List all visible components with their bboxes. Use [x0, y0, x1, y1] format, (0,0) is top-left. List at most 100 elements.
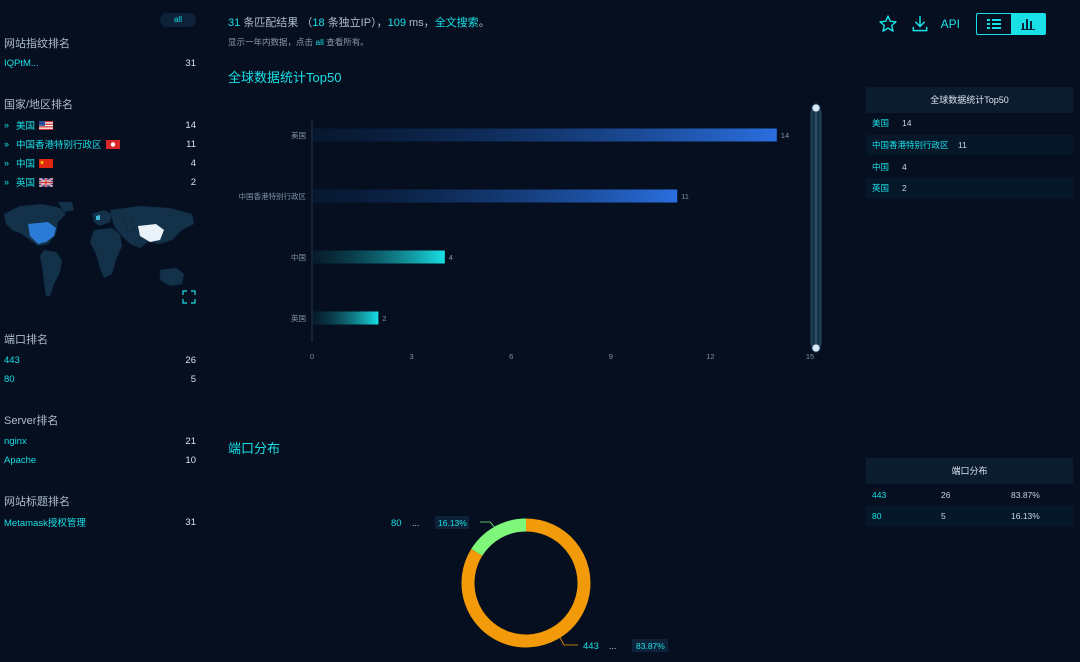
country-label: 中国: [16, 159, 36, 170]
country-item-uk[interactable]: » 英国 2: [4, 175, 196, 190]
fulltext-search-link[interactable]: 全文搜索: [435, 17, 479, 29]
chart-view-icon[interactable]: [1011, 14, 1045, 34]
slice-percent-443: 83.87%: [636, 641, 665, 651]
fingerprint-item[interactable]: IQPtM... 31: [4, 56, 196, 70]
country-ranking-title: 国家/地区排名: [4, 99, 74, 111]
expand-chevron-icon[interactable]: »: [4, 139, 12, 149]
port-item[interactable]: 443 26: [4, 353, 196, 367]
country-label: 美国: [16, 121, 36, 132]
fingerprint-ranking-title: 网站指纹排名: [4, 38, 70, 50]
star-icon[interactable]: [877, 13, 899, 35]
result-count: 31: [228, 17, 241, 29]
row-region: 美国: [872, 118, 890, 128]
time-range-note: 显示一年内数据，点击 all 查看所有。: [228, 36, 728, 48]
fingerprint-item-count: 31: [185, 57, 196, 69]
country-count: 14: [185, 119, 196, 131]
end-punct: 。: [478, 17, 490, 29]
bar-2[interactable]: [313, 250, 445, 264]
row-region: 中国: [872, 162, 890, 172]
slice-percent-80: 16.13%: [438, 518, 467, 528]
port-ranking-title: 端口排名: [4, 334, 48, 346]
row-region: 中国香港特别行政区: [872, 140, 949, 150]
ms-text: ms，: [409, 17, 435, 29]
port-table-row[interactable]: 80 5 16.13%: [866, 506, 1073, 526]
row-count: 26: [941, 490, 951, 500]
hk-flag-icon: [105, 139, 120, 149]
row-count: 14: [902, 118, 912, 128]
port-distribution-donut-chart: 80 ... 16.13% 443 ... 83.87%: [391, 516, 668, 652]
download-icon[interactable]: [909, 13, 931, 35]
server-count: 10: [185, 454, 196, 466]
server-count: 21: [185, 435, 196, 447]
fullscreen-icon[interactable]: [182, 290, 196, 304]
port-item[interactable]: 80 5: [4, 372, 196, 386]
port-label: 443: [4, 354, 20, 366]
row-port: 443: [872, 490, 887, 500]
fingerprint-item-label: IQPtM...: [4, 57, 39, 69]
label-ellipsis: ...: [412, 518, 420, 528]
server-item[interactable]: Apache 10: [4, 453, 196, 467]
category-label: 中国: [291, 252, 306, 262]
unique-ip-text: 条独立IP: [327, 17, 372, 29]
port-label: 80: [4, 373, 15, 385]
note-suffix: 查看所有。: [326, 37, 369, 47]
note-all-link[interactable]: all: [315, 37, 324, 47]
donut-slice-80[interactable]: [471, 518, 527, 556]
separator: ，: [376, 17, 388, 29]
row-count: 11: [958, 140, 967, 150]
slider-handle-top[interactable]: [811, 103, 821, 113]
bar-0[interactable]: [313, 128, 777, 142]
country-item-cn[interactable]: » 中国 4: [4, 156, 196, 171]
bar-value-label: 4: [449, 253, 453, 262]
all-filter-button[interactable]: all: [160, 13, 196, 27]
expand-chevron-icon[interactable]: »: [4, 120, 12, 130]
slider-handle-bottom[interactable]: [811, 343, 821, 353]
port-table-row[interactable]: 443 26 83.87%: [866, 485, 1073, 505]
category-label: 中国香港特别行政区: [239, 191, 307, 201]
server-ranking-title: Server排名: [4, 415, 59, 427]
unique-ip-count: 18: [312, 17, 325, 29]
bar-value-label: 2: [382, 314, 386, 323]
expand-chevron-icon[interactable]: »: [4, 177, 12, 187]
port-table-title: 端口分布: [866, 458, 1073, 484]
paren-open: （: [301, 17, 313, 29]
country-item-us[interactable]: » 美国 14: [4, 118, 196, 133]
result-summary-line: 31 条匹配结果 （18 条独立IP），109 ms，全文搜索。: [228, 14, 728, 30]
global-stats-table-row[interactable]: 英国 2: [866, 178, 1073, 198]
global-stats-chart-title: 全球数据统计Top50: [228, 70, 342, 85]
global-stats-table-row[interactable]: 中国香港特别行政区 11: [866, 135, 1073, 155]
country-count: 11: [186, 138, 196, 150]
bar-1[interactable]: [313, 189, 678, 203]
list-view-icon[interactable]: [977, 14, 1011, 34]
row-count: 2: [902, 183, 907, 193]
x-tick-label: 12: [706, 352, 714, 361]
x-tick-label: 9: [609, 352, 613, 361]
server-item[interactable]: nginx 21: [4, 434, 196, 448]
site-title-ranking-title: 网站标题排名: [4, 496, 70, 508]
country-label: 中国香港特别行政区: [16, 140, 102, 151]
country-count: 2: [190, 176, 196, 188]
search-summary: 31 条匹配结果 （18 条独立IP），109 ms，全文搜索。 显示一年内数据…: [228, 14, 728, 48]
server-label: Apache: [4, 454, 37, 466]
site-title-item[interactable]: Metamask授权管理 31: [4, 515, 196, 530]
api-button[interactable]: API: [941, 17, 960, 31]
x-tick-label: 15: [806, 352, 814, 361]
category-label: 美国: [291, 130, 306, 140]
zoom-slider[interactable]: [810, 103, 822, 353]
row-count: 4: [902, 162, 907, 172]
row-port: 80: [872, 511, 882, 521]
bar-3[interactable]: [313, 311, 379, 325]
site-title-label: Metamask授权管理: [4, 518, 86, 529]
global-stats-table-row[interactable]: 美国 14: [866, 113, 1073, 133]
country-count: 4: [190, 157, 196, 169]
us-flag-icon: [39, 120, 54, 130]
uk-flag-icon: [39, 177, 54, 187]
country-item-hk[interactable]: » 中国香港特别行政区 11: [4, 137, 196, 152]
global-stats-table-row[interactable]: 中国 4: [866, 157, 1073, 177]
world-map[interactable]: [0, 200, 200, 310]
expand-chevron-icon[interactable]: »: [4, 158, 12, 168]
cn-flag-icon: [39, 158, 54, 168]
global-stats-bar-chart: 美国 14 中国香港特别行政区 11 中国 4 英国 2 0 3 6 9 12 15: [239, 103, 822, 361]
row-percent: 16.13%: [1011, 511, 1040, 521]
slice-label-80: 80: [391, 518, 402, 529]
